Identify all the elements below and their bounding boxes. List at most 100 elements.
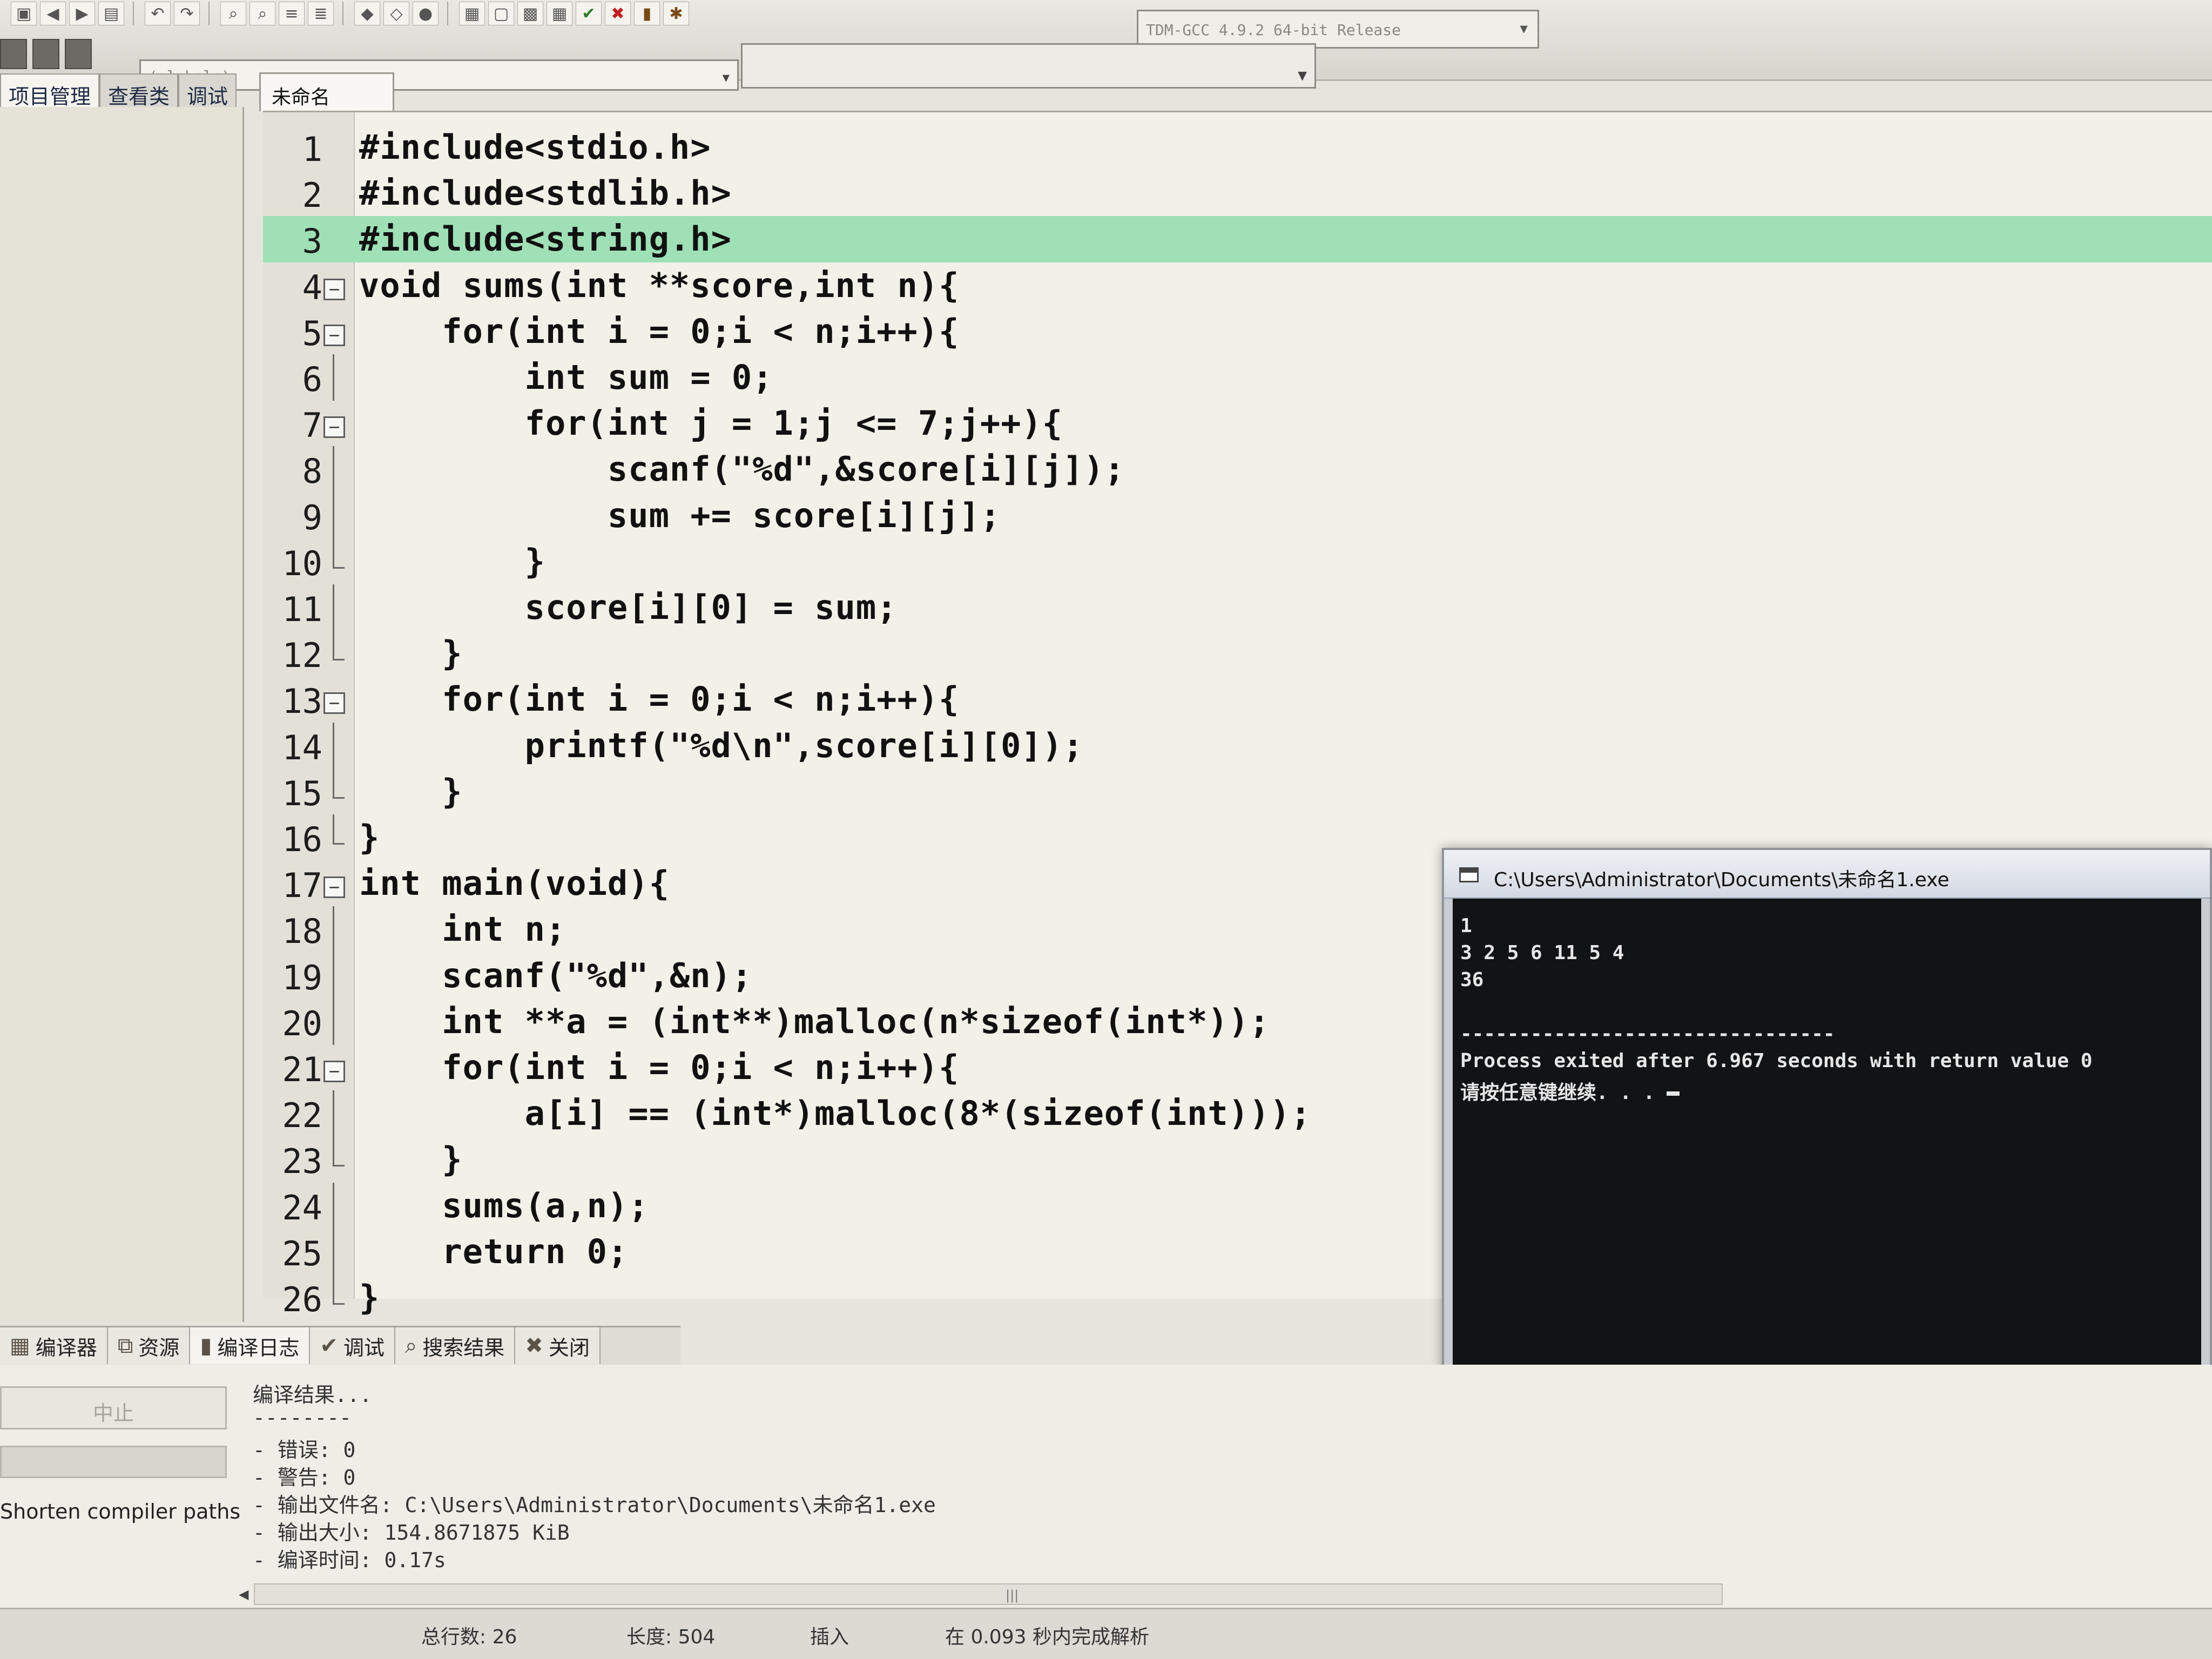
code-text: scanf("%d",&n); [359,955,753,995]
redo-icon[interactable]: ↷ [174,2,200,25]
code-line[interactable]: 12 } [263,630,2212,677]
code-line[interactable]: 9 sum += score[i][j]; [263,492,2212,539]
line-number: 19 [282,957,322,997]
rebuild-icon[interactable]: ▦ [547,2,572,25]
log-line: - 警告: 0 [253,1466,356,1489]
fold-toggle-icon[interactable]: − [323,692,345,714]
unindent-icon[interactable]: ≣ [308,2,334,25]
line-number: 15 [282,773,322,813]
file-tab[interactable]: 未命名1.cpp [259,72,394,132]
insert-icon[interactable] [0,39,27,69]
bookmark-icon[interactable]: ◆ [354,2,380,25]
console-app-icon [1459,867,1479,882]
console-line: 1 [1460,915,2194,942]
fold-line-marker [323,1228,345,1275]
console-line: 请按任意键继续. . . [1460,1077,2194,1104]
code-text: int **a = (int**)malloc(n*sizeof(int*)); [359,1001,1270,1041]
code-line[interactable]: 10 } [263,538,2212,585]
new-class-icon[interactable] [65,39,92,69]
code-text: int n; [359,909,567,949]
code-line[interactable]: 7− for(int j = 1;j <= 7;j++){ [263,400,2212,447]
fold-line-marker [323,1182,345,1229]
toggle-comment-icon[interactable] [32,39,59,69]
fold-toggle-icon[interactable]: − [323,1061,345,1082]
tab-close[interactable]: ✖ 关闭 [515,1327,601,1364]
code-line[interactable]: 14 printf("%d\n",score[i][0]); [263,722,2212,769]
status-line-count: 总行数: 26 [421,1626,517,1648]
code-line[interactable]: 8 scanf("%d",&score[i][j]); [263,446,2212,493]
tab-search-results[interactable]: ⌕ 搜索结果 [395,1327,516,1364]
debug-icon[interactable]: ✱ [663,2,689,25]
line-number: 9 [302,497,322,537]
indent-icon[interactable]: ≡ [279,2,305,25]
compile-run-icon[interactable]: ▩ [517,2,543,25]
fold-toggle-icon[interactable]: − [323,324,345,346]
profile-icon[interactable]: ▮ [634,2,660,25]
check-icon[interactable]: ✔ [576,2,602,25]
run-icon[interactable]: ▢ [488,2,514,25]
undo-icon[interactable]: ↶ [145,2,171,25]
fold-end-marker [323,1274,345,1312]
code-line[interactable]: 11 score[i][0] = sum; [263,584,2212,631]
horizontal-scrollbar[interactable]: ◀ ||| [239,1583,1723,1605]
code-line[interactable]: 5− for(int i = 0;i < n;i++){ [263,308,2212,355]
code-line[interactable]: 3 #include<string.h> [263,216,2212,263]
code-line[interactable]: 15 } [263,768,2212,815]
tab-debug-output[interactable]: ✔ 调试 [310,1327,395,1364]
log-line: - 输出大小: 154.8671875 KiB [253,1521,570,1545]
code-line[interactable]: 13− for(int i = 0;i < n;i++){ [263,676,2212,723]
fold-toggle-icon[interactable]: − [323,876,345,899]
bar-chart-icon: ▮ [200,1333,212,1358]
fold-toggle-icon[interactable]: − [323,278,345,300]
line-number: 11 [282,590,322,629]
tab-compile-log[interactable]: ▮ 编译日志 [190,1327,311,1364]
toolbar-separator [133,2,136,25]
chevron-left-icon[interactable]: ◀ [239,1587,248,1602]
tab-classes[interactable]: 查看类 [99,73,179,109]
tab-compiler[interactable]: ▦ 编译器 [0,1327,108,1364]
status-insert-mode: 插入 [810,1626,849,1648]
line-number: 16 [282,820,322,859]
console-line-text: 36 [1460,969,1484,991]
tab-label: 编译日志 [217,1336,300,1360]
replace-icon[interactable]: ⌕ [249,2,275,25]
code-line[interactable]: 4− void sums(int **score,int n){ [263,262,2212,309]
console-titlebar[interactable]: C:\Users\Administrator\Documents\未命名1.ex… [1444,850,2210,899]
find-icon[interactable]: ⌕ [220,2,246,25]
member-select[interactable]: ▼ [741,43,1316,89]
chevron-down-icon: ▼ [1520,21,1528,36]
tab-label: 关闭 [548,1336,590,1360]
tab-debug[interactable]: 调试 [178,73,237,109]
code-text: #include<stdlib.h> [359,173,732,213]
toggle-icon[interactable]: ● [413,2,439,25]
back-icon[interactable]: ◀ [40,2,66,25]
line-number: 8 [302,451,322,491]
code-line[interactable]: 1 #include<stdio.h> [263,124,2212,171]
code-line[interactable]: 2 #include<stdlib.h> [263,170,2212,217]
code-line[interactable]: 6 int sum = 0; [263,354,2212,401]
goto-icon[interactable]: ◇ [383,2,409,25]
progress-bar [0,1446,227,1478]
fold-line-marker [323,492,345,539]
fold-toggle-icon[interactable]: − [323,416,345,439]
shorten-paths-checkbox[interactable]: Shorten compiler paths [0,1500,240,1523]
tab-resources[interactable]: ⧉ 资源 [107,1327,191,1364]
tab-project[interactable]: 项目管理 [0,73,100,109]
scroll-grip[interactable]: ||| [1006,1588,1019,1603]
code-text: sums(a,n); [359,1185,649,1225]
log-line: -------- [253,1406,352,1429]
fold-line-marker [323,446,345,493]
stop-icon[interactable]: ✖ [605,2,631,25]
project-panel [0,107,244,1322]
devcpp-window: ▣ ◀ ▶ ▤ ↶ ↷ ⌕ ⌕ ≡ ≣ ◆ ◇ ● ▦ ▢ ▩ ▦ ✔ ✖ ▮ … [0,0,2212,1659]
forward-icon[interactable]: ▶ [69,2,95,25]
compile-icon[interactable]: ▦ [459,2,485,25]
console-line-text: -------------------------------- [1460,1023,1835,1045]
open-icon[interactable]: ▣ [11,2,37,25]
code-text: for(int i = 0;i < n;i++){ [359,1048,960,1087]
save-icon[interactable]: ▤ [98,2,124,25]
abort-button[interactable]: 中止 [0,1386,227,1429]
code-text: void sums(int **score,int n){ [359,265,960,305]
fold-end-marker [323,768,345,806]
